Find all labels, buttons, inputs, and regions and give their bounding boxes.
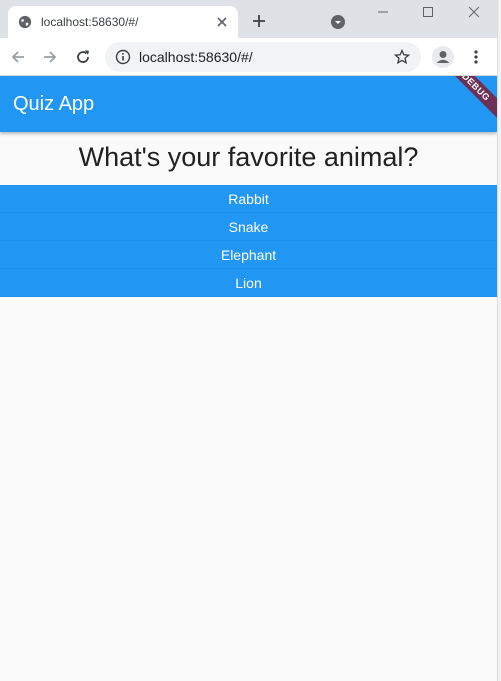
close-icon[interactable] (215, 15, 229, 29)
reload-icon[interactable] (74, 48, 92, 66)
profile-button[interactable] (432, 46, 454, 68)
profile-icon (436, 51, 450, 63)
info-icon[interactable] (115, 49, 131, 65)
active-tab[interactable]: localhost:58630/#/ (8, 6, 238, 38)
minimize-icon[interactable] (375, 4, 391, 20)
back-arrow-icon[interactable] (9, 48, 27, 66)
answer-button-snake[interactable]: Snake (0, 213, 497, 241)
tab-search-icon[interactable] (330, 14, 346, 30)
tab-strip: localhost:58630/#/ (0, 0, 497, 38)
star-icon[interactable] (394, 49, 410, 65)
app-bar: Quiz App DEBUG (0, 76, 497, 132)
kebab-menu-icon[interactable] (467, 48, 485, 66)
browser-window: localhost:58630/#/ localhost:58630/#/ Qu… (0, 0, 497, 681)
app-title: Quiz App (13, 93, 95, 115)
forward-arrow-icon[interactable] (41, 48, 59, 66)
url-text[interactable]: localhost:58630/#/ (139, 49, 253, 65)
question-text: What's your favorite animal? (78, 142, 419, 172)
answer-button-elephant[interactable]: Elephant (0, 241, 497, 269)
tab-title: localhost:58630/#/ (41, 15, 139, 29)
window-edge (497, 0, 501, 681)
maximize-icon[interactable] (420, 4, 436, 20)
answer-list: Rabbit Snake Elephant Lion (0, 185, 497, 297)
browser-toolbar: localhost:58630/#/ (0, 38, 497, 76)
address-bar[interactable]: localhost:58630/#/ (105, 42, 421, 72)
plus-icon[interactable] (251, 13, 267, 29)
answer-button-lion[interactable]: Lion (0, 269, 497, 297)
debug-banner: DEBUG (438, 76, 497, 125)
answer-button-rabbit[interactable]: Rabbit (0, 185, 497, 213)
globe-icon (18, 15, 32, 29)
window-close-icon[interactable] (466, 4, 482, 20)
